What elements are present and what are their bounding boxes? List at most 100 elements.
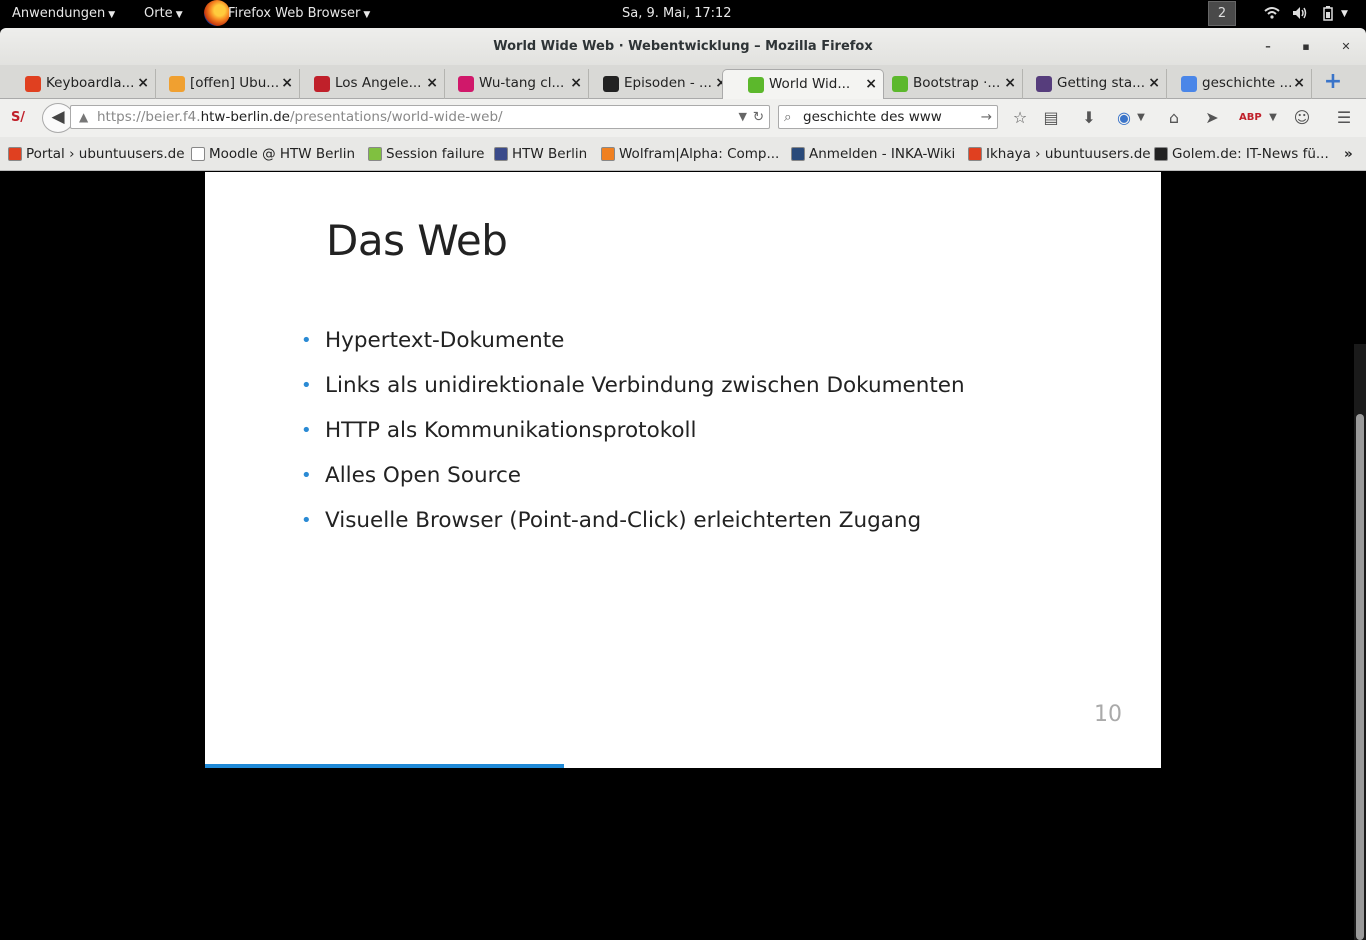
firefox-logo-icon [204,0,230,26]
places-menu[interactable]: Orte ▼ [144,6,183,21]
search-icon: ⌕ [784,109,792,125]
close-window-button[interactable]: ✕ [1331,28,1361,65]
tab-label: World Wid... [769,76,851,92]
battery-icon[interactable] [1320,5,1336,21]
bookmark-item[interactable]: Ikhaya › ubuntuusers.de [968,146,1151,162]
bullet-item: Alles Open Source [301,459,965,504]
adblock-chevron-down-icon[interactable]: ▼ [1263,108,1283,128]
bookmarks-toolbar: Portal › ubuntuusers.de Moodle @ HTW Ber… [0,137,1366,171]
bookmark-favicon-icon [368,147,382,161]
search-input[interactable]: geschichte des www [803,109,942,125]
chevron-down-icon: ▼ [175,10,183,20]
tab-favicon-icon [603,76,619,92]
tab-label: Keyboardla... [46,75,135,91]
tab-label: Wu-tang cl... [479,75,565,91]
window-titlebar: World Wide Web · Webentwicklung – Mozill… [0,28,1366,65]
tab-favicon-icon [892,76,908,92]
bookmark-star-icon[interactable]: ☆ [1010,108,1030,128]
chevron-down-icon: ▼ [363,10,371,20]
warning-icon[interactable]: ▲ [79,106,88,128]
tab[interactable]: Keyboardla... × [0,69,156,99]
addon-s-icon[interactable]: S/ [8,108,28,128]
tab-favicon-icon [314,76,330,92]
new-tab-button[interactable]: + [1322,70,1344,96]
tab-favicon-icon [25,76,41,92]
home-icon[interactable]: ⌂ [1164,108,1184,128]
tab[interactable]: Episoden - ... × [578,69,734,99]
scrollbar[interactable] [1354,344,1366,940]
reload-icon[interactable]: ↻ [753,106,764,128]
adblock-icon[interactable]: ABP [1239,108,1262,128]
navigation-toolbar: S/ ◀ ▲ https://beier.f4.htw-berlin.de/pr… [0,99,1366,137]
url-bar[interactable]: ▲ https://beier.f4.htw-berlin.de/present… [70,105,770,129]
tab[interactable]: Bootstrap ·... × [867,69,1023,99]
bookmark-item[interactable]: Portal › ubuntuusers.de [8,146,185,162]
gnome-top-bar: Anwendungen ▼ Orte ▼ Firefox Web Browser ▼ … [0,0,1366,28]
clock[interactable]: Sa, 9. Mai, 17:12 [622,6,732,21]
maximize-button[interactable]: ▪ [1291,28,1321,65]
wifi-icon[interactable] [1264,5,1280,21]
chat-icon[interactable]: ☺ [1292,108,1312,128]
menu-icon[interactable]: ☰ [1334,108,1354,128]
url-host: htw-berlin.de [200,109,290,125]
download-icon[interactable]: ⬇ [1079,108,1099,128]
tab-active[interactable]: World Wid... × [722,69,884,99]
url-dropdown-chevron-icon[interactable]: ▼ [739,106,747,128]
tab[interactable]: Getting sta... × [1011,69,1167,99]
tab-label: Getting sta... [1057,75,1145,91]
bookmark-label: Anmelden - INKA-Wiki [809,146,956,162]
presentation-slide: Das Web Hypertext-Dokumente Links als un… [205,172,1161,768]
bookmark-label: Wolfram|Alpha: Comp... [619,146,780,162]
bookmark-item[interactable]: Wolfram|Alpha: Comp... [601,146,779,162]
system-menu-chevron-icon[interactable]: ▼ [1341,9,1348,19]
slide-bullet-list: Hypertext-Dokumente Links als unidirekti… [301,324,965,549]
minimize-button[interactable]: – [1253,28,1283,65]
tab[interactable]: geschichte ... × [1156,69,1312,99]
tab-bar: Keyboardla... × [offen] Ubu... × Los Ang… [0,65,1366,99]
window-title: World Wide Web · Webentwicklung – Mozill… [493,39,873,54]
scrollbar-thumb[interactable] [1356,414,1364,940]
slide-page-number: 10 [1094,702,1122,727]
tab-favicon-icon [1036,76,1052,92]
volume-icon[interactable] [1291,5,1307,21]
bookmark-item[interactable]: HTW Berlin [494,146,587,162]
bookmark-item[interactable]: Anmelden - INKA-Wiki [791,146,955,162]
tab-label: geschichte ... [1202,75,1293,91]
search-go-icon[interactable]: → [981,106,992,128]
bookmark-item[interactable]: Moodle @ HTW Berlin [191,146,355,162]
bullet-item: Hypertext-Dokumente [301,324,965,369]
bookmark-favicon-icon [1154,147,1168,161]
bookmark-favicon-icon [968,147,982,161]
bookmark-item[interactable]: Golem.de: IT-News fü... [1154,146,1329,162]
applications-label: Anwendungen [12,6,106,21]
bookmark-label: Ikhaya › ubuntuusers.de [986,146,1151,162]
bookmark-label: Portal › ubuntuusers.de [26,146,185,162]
bookmark-label: Session failure [386,146,485,162]
bookmark-favicon-icon [791,147,805,161]
app-menu[interactable]: Firefox Web Browser ▼ [228,6,370,21]
bullet-item: Links als unidirektionale Verbindung zwi… [301,369,965,414]
bullet-item: Visuelle Browser (Point-and-Click) erlei… [301,504,965,549]
addon-chevron-down-icon[interactable]: ▼ [1131,108,1151,128]
slide-title: Das Web [326,216,508,265]
send-icon[interactable]: ➤ [1202,108,1222,128]
bookmark-label: Golem.de: IT-News fü... [1172,146,1329,162]
url-path: /presentations/world-wide-web/ [289,109,503,125]
tab-favicon-icon [458,76,474,92]
bookmark-favicon-icon [601,147,615,161]
tab[interactable]: Wu-tang cl... × [433,69,589,99]
app-menu-label: Firefox Web Browser [228,6,361,21]
bookmarks-list-icon[interactable]: ▤ [1041,108,1061,128]
bookmarks-overflow-button[interactable]: » [1344,146,1353,162]
tab-label: [offen] Ubu... [190,75,280,91]
applications-menu[interactable]: Anwendungen ▼ [12,6,115,21]
tab-label: Episoden - ... [624,75,712,91]
bookmark-item[interactable]: Session failure [368,146,484,162]
tab[interactable]: [offen] Ubu... × [144,69,300,99]
tab-favicon-icon [1181,76,1197,92]
tab[interactable]: Los Angele... × [289,69,445,99]
url-prefix: https://beier.f4. [97,109,201,125]
search-bar[interactable]: ⌕ geschichte des www → [778,105,998,129]
close-tab-icon[interactable]: × [1293,69,1305,97]
workspace-indicator[interactable]: 2 [1208,1,1236,26]
